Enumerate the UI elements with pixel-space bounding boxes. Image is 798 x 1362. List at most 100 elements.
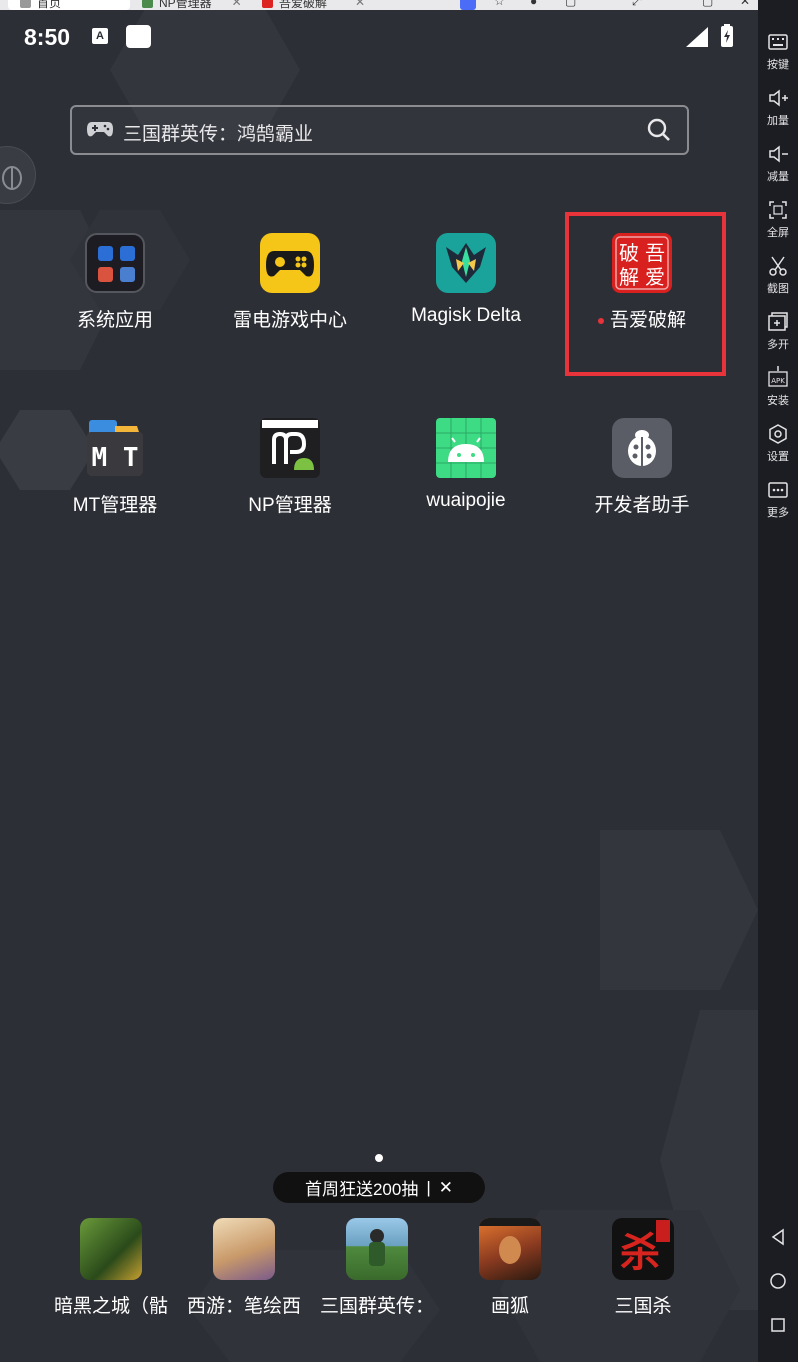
star-icon[interactable]: ☆	[494, 0, 505, 8]
recents-icon	[771, 1318, 785, 1332]
home-icon	[770, 1273, 786, 1289]
close-icon[interactable]: ✕	[439, 1178, 453, 1198]
sidebar-label: 安装	[767, 395, 789, 407]
sidebar-fullscreen[interactable]: 全屏	[758, 198, 798, 252]
app-system-apps[interactable]: 系统应用	[35, 233, 195, 353]
app-developer-assistant[interactable]: 开发者助手	[562, 418, 722, 538]
clock: 8:50	[24, 24, 71, 50]
tab-np-manager[interactable]: NP管理器 ✕	[142, 0, 242, 10]
app-label: wuaipojie	[426, 490, 506, 511]
tab-52pojie[interactable]: 吾爱破解 ✕	[262, 0, 365, 10]
app-label-text: 吾爱破解	[609, 310, 686, 331]
keyboard-icon	[768, 34, 788, 50]
sidebar-keymap[interactable]: 按键	[758, 30, 798, 84]
android-screen: 8:50 A 三国群英传：鸿鹄霸业 系统应用 雷电游戏中心 Magisk Del…	[0, 10, 758, 1362]
app-label: 吾爱破解	[562, 305, 722, 332]
app-wuaipojie[interactable]: wuaipojie	[386, 418, 546, 538]
tab-close-icon[interactable]: ✕	[355, 0, 365, 9]
app-label: 系统应用	[76, 310, 153, 331]
close-window-icon[interactable]: ✕	[740, 0, 750, 8]
nav-home[interactable]	[758, 1266, 798, 1296]
restore-icon[interactable]: ⤢	[632, 0, 642, 9]
tab-label: 吾爱破解	[279, 0, 328, 10]
multi-instance-icon	[768, 312, 788, 331]
sidebar-label: 按键	[767, 59, 789, 71]
app-magisk-delta[interactable]: Magisk Delta	[386, 233, 546, 353]
sidebar-label: 减量	[767, 171, 789, 183]
app-mt-manager[interactable]: M T MT管理器	[35, 418, 195, 538]
account-icon[interactable]: ●	[530, 0, 537, 8]
game-sanguosha-icon: 杀	[612, 1218, 674, 1280]
app-label: 开发者助手	[594, 495, 690, 516]
window-icon[interactable]: ▢	[565, 0, 576, 8]
app-label: 暗黑之城（骷	[53, 1296, 168, 1317]
emulator-sidebar: 按键 加量 减量 全屏 截图 多开 APK 安装 设置 更多	[758, 0, 798, 1362]
svg-text:爱: 爱	[645, 265, 665, 289]
sidebar-multi-instance[interactable]: 多开	[758, 310, 798, 364]
tab-close-icon[interactable]: ✕	[232, 0, 242, 9]
maximize-icon[interactable]: ▢	[702, 0, 713, 8]
game-sanguo-icon	[346, 1218, 408, 1280]
dock-app-xiyou[interactable]: 西游：笔绘西	[180, 1218, 308, 1328]
fullscreen-icon	[769, 201, 787, 219]
sidebar-label: 全屏	[767, 227, 789, 239]
search-bar[interactable]: 三国群英传：鸿鹄霸业	[70, 105, 689, 155]
side-ladybug-button[interactable]	[0, 146, 36, 204]
gamepad-icon	[87, 122, 113, 137]
ladybug-icon	[612, 418, 672, 478]
app-label: 西游：笔绘西	[186, 1296, 301, 1317]
dock-app-dark-city[interactable]: 暗黑之城（骷	[47, 1218, 175, 1328]
sidebar-volume-up[interactable]: 加量	[758, 86, 798, 140]
app-label: NP管理器	[248, 495, 332, 516]
folder-icon	[85, 233, 145, 293]
app-label: 三国杀	[614, 1296, 672, 1317]
np-tab-icon	[142, 0, 153, 8]
nav-recents[interactable]	[758, 1310, 798, 1340]
svg-text:APK: APK	[771, 377, 785, 385]
dock-app-sanguo[interactable]: 三国群英传：	[313, 1218, 441, 1328]
magisk-icon	[436, 233, 496, 293]
svg-text:破: 破	[619, 241, 639, 265]
battery-icon	[721, 24, 733, 47]
sidebar-label: 加量	[767, 115, 789, 127]
home-tab-icon	[20, 0, 31, 8]
notification-icon	[126, 25, 151, 48]
app-ld-game-center[interactable]: 雷电游戏中心	[210, 233, 370, 353]
sidebar-install-apk[interactable]: APK 安装	[758, 366, 798, 420]
app-52pojie[interactable]: 破 吾 解 爱 吾爱破解	[562, 233, 722, 353]
promo-banner[interactable]: 首周狂送200抽 | ✕	[273, 1172, 485, 1203]
nav-back[interactable]	[758, 1222, 798, 1252]
status-bar: 8:50 A	[0, 10, 758, 64]
dock-app-huahu[interactable]: 画狐	[446, 1218, 574, 1328]
svg-text:杀: 杀	[620, 1229, 660, 1276]
signal-icon	[686, 27, 708, 47]
extension-icon[interactable]	[460, 0, 476, 10]
tab-label: NP管理器	[159, 0, 212, 10]
game-huahu-icon	[479, 1218, 541, 1280]
app-label: 雷电游戏中心	[232, 310, 347, 331]
back-icon	[771, 1228, 784, 1246]
search-text: 三国群英传：鸿鹄霸业	[123, 124, 314, 145]
app-label: 三国群英传：	[319, 1296, 434, 1317]
tab-label: 首页	[37, 0, 62, 10]
sidebar-settings[interactable]: 设置	[758, 422, 798, 476]
settings-icon	[769, 424, 787, 444]
np-manager-icon	[260, 418, 320, 478]
search-icon[interactable]	[647, 118, 671, 142]
dock-app-sanguosha[interactable]: 杀 三国杀	[579, 1218, 707, 1328]
game-xiyou-icon	[213, 1218, 275, 1280]
new-dot	[597, 317, 604, 324]
gamepad-icon	[260, 233, 320, 293]
sidebar-more[interactable]: 更多	[758, 478, 798, 532]
more-icon	[768, 482, 788, 498]
tab-home[interactable]: 首页	[8, 0, 130, 10]
keyboard-indicator-icon: A	[92, 28, 108, 44]
svg-text:吾: 吾	[645, 241, 665, 265]
svg-text:M T: M T	[92, 443, 139, 473]
sidebar-screenshot[interactable]: 截图	[758, 254, 798, 308]
app-np-manager[interactable]: NP管理器	[210, 418, 370, 538]
sidebar-label: 设置	[767, 451, 789, 463]
emulator-window: 首页 NP管理器 ✕ 吾爱破解 ✕ ☆ ● ▢ ⤢ ▢ ✕ «	[0, 0, 798, 1362]
sidebar-label: 截图	[767, 283, 789, 295]
sidebar-volume-down[interactable]: 减量	[758, 142, 798, 196]
